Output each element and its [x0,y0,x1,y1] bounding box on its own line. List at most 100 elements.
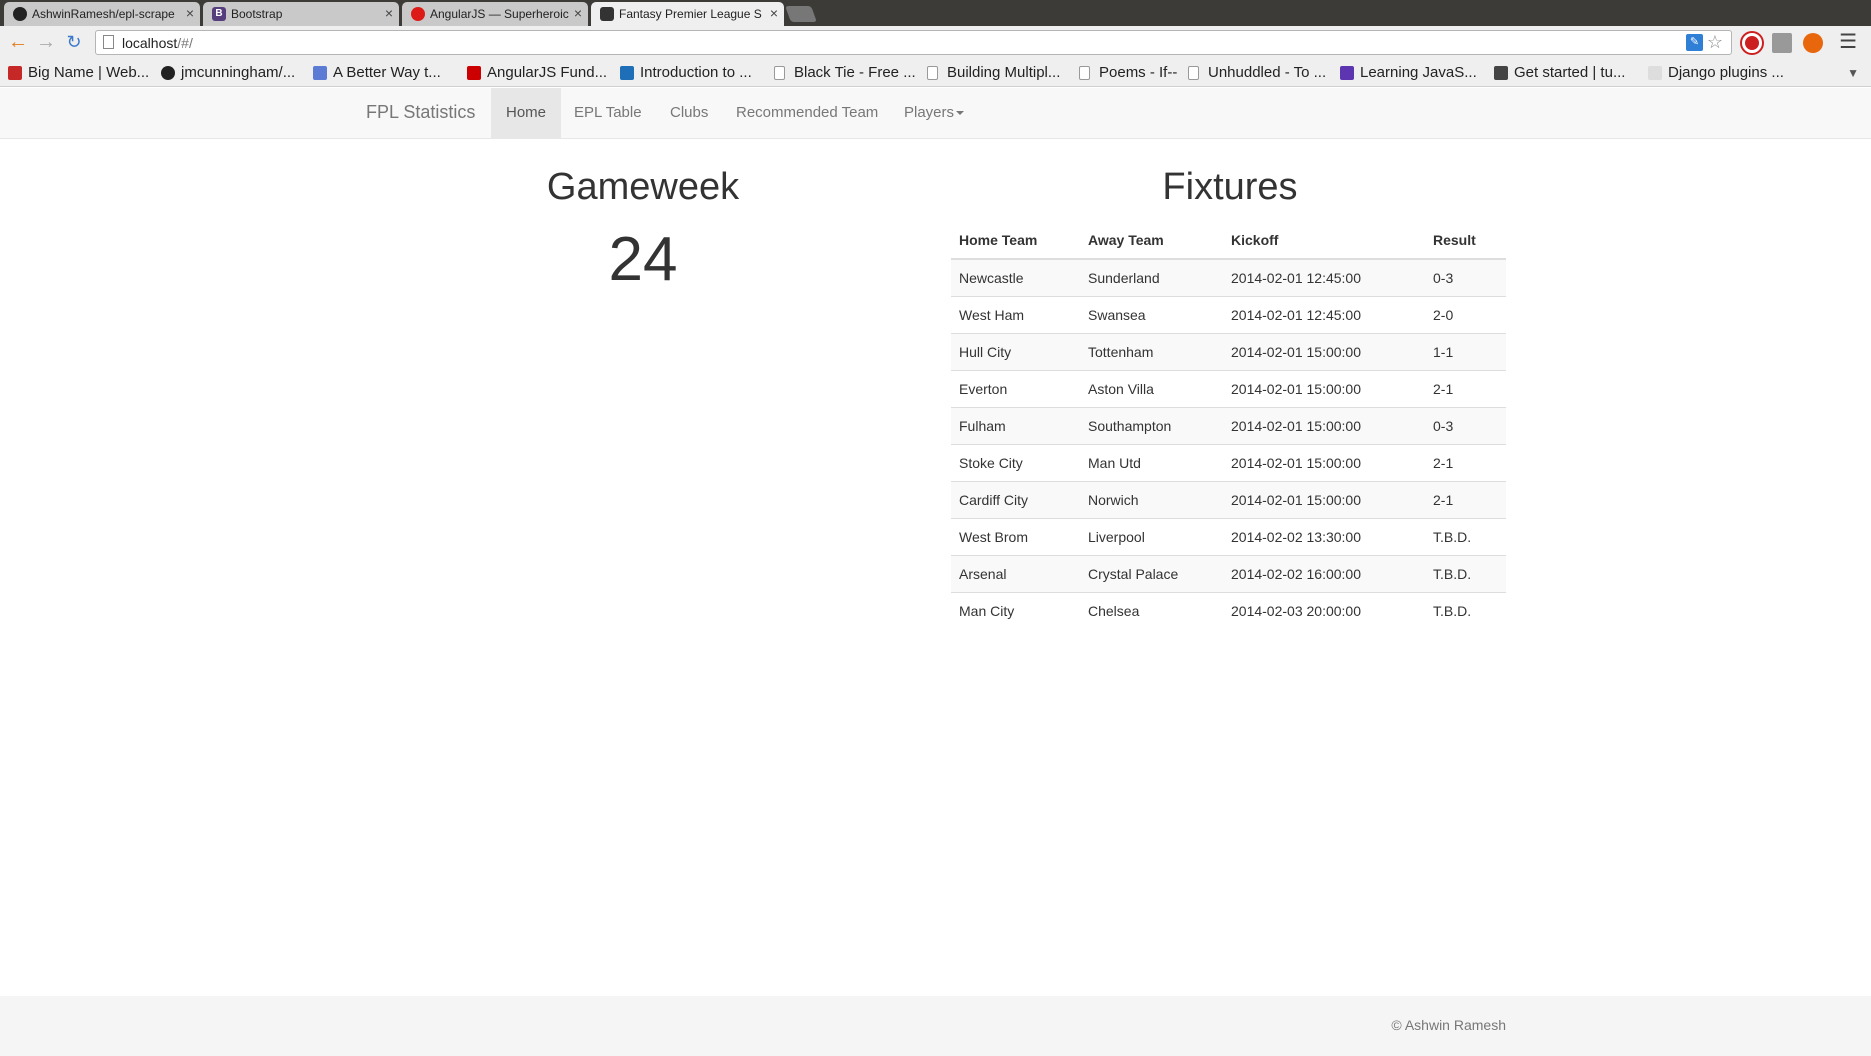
bookmark-label: Learning JavaS... [1360,64,1477,81]
back-arrow-icon[interactable]: ← [6,30,30,54]
home-team-cell: Hull City [951,332,1080,370]
bookmark-label: Poems - If-- [1099,64,1178,81]
home-team-cell: Arsenal [951,554,1080,592]
footer-copyright: © Ashwin Ramesh [1391,1017,1506,1033]
result-cell: 2-1 [1425,443,1506,481]
bookmark-item[interactable]: Introduction to ... [620,64,752,81]
away-team-cell: Southampton [1080,406,1223,444]
gameweek-title: Gameweek [546,166,740,208]
page-icon [1188,66,1199,80]
close-icon[interactable]: × [574,5,582,21]
away-team-cell: Chelsea [1080,591,1223,629]
browser-tab[interactable]: AngularJS — Superheroic × [402,2,588,26]
table-row: Cardiff City Norwich 2014-02-01 15:00:00 2-… [951,480,1506,518]
bookmark-item[interactable]: Poems - If-- [1079,64,1177,81]
nav-item-clubs[interactable]: Clubs [655,88,723,138]
tab-title: Bootstrap [231,7,283,21]
bookmark-label: jmcunningham/... [181,64,296,81]
kickoff-cell: 2014-02-01 12:45:00 [1223,258,1425,296]
result-cell: 0-3 [1425,258,1506,296]
fire-extension-icon[interactable] [1803,33,1823,53]
bookmark-item[interactable]: jmcunningham/... [161,64,295,81]
url-path: /#/ [177,35,193,51]
page-icon [1079,66,1090,80]
home-team-cell: Stoke City [951,443,1080,481]
bookmark-item[interactable]: Building Multipl... [927,64,1060,81]
home-team-cell: West Brom [951,517,1080,555]
away-team-cell: Liverpool [1080,517,1223,555]
away-team-cell: Man Utd [1080,443,1223,481]
youtube-icon [467,66,481,80]
bookmark-label: AngularJS Fund... [487,64,608,81]
bookmark-icon-learning [1340,66,1354,80]
table-row: West Ham Swansea 2014-02-01 12:45:00 2-0 [951,295,1506,333]
kickoff-cell: 2014-02-01 15:00:00 [1223,406,1425,444]
page-icon [774,66,785,80]
forward-arrow-icon[interactable]: → [34,30,58,54]
table-row: Hull City Tottenham 2014-02-01 15:00:00 1-1 [951,332,1506,370]
table-header-row: Home Team Away Team Kickoff Result [951,222,1506,260]
table-row: Arsenal Crystal Palace 2014-02-02 16:00:00… [951,554,1506,592]
close-icon[interactable]: × [770,5,778,21]
bookmark-label: Building Multipl... [947,64,1061,81]
close-icon[interactable]: × [186,5,194,21]
result-cell: T.B.D. [1425,517,1506,555]
bookmark-item[interactable]: A Better Way t... [313,64,441,81]
browser-tab[interactable]: B Bootstrap × [203,2,399,26]
bookmark-item[interactable]: Django plugins ... [1648,64,1784,81]
chevron-down-icon[interactable]: ▼ [1847,66,1859,80]
column-header-result: Result [1425,222,1506,260]
bookmark-label: Unhuddled - To ... [1208,64,1327,81]
table-row: Fulham Southampton 2014-02-01 15:00:00 0-3 [951,406,1506,444]
nav-item-players-dropdown[interactable]: Players [889,88,979,138]
bookmark-label: Get started | tu... [1514,64,1626,81]
result-cell: T.B.D. [1425,554,1506,592]
address-bar[interactable]: localhost/#/ ✎ ☆ [95,30,1732,55]
nav-item-recommended-team[interactable]: Recommended Team [721,88,893,138]
bookmark-label: Big Name | Web... [28,64,150,81]
bookmarks-bar: Big Name | Web... jmcunningham/... A Bet… [0,59,1871,87]
menu-icon[interactable]: ☰ [1839,32,1857,52]
kickoff-cell: 2014-02-03 20:00:00 [1223,591,1425,629]
column-header-kickoff: Kickoff [1223,222,1425,260]
browser-tab[interactable]: AshwinRamesh/epl-scrape × [4,2,200,26]
tab-title: Fantasy Premier League S [619,7,762,21]
new-tab-button[interactable] [785,6,817,22]
result-cell: 0-3 [1425,406,1506,444]
kickoff-cell: 2014-02-01 12:45:00 [1223,295,1425,333]
nav-item-epl-table[interactable]: EPL Table [559,88,657,138]
caret-down-icon [956,111,965,116]
edit-extension-icon[interactable]: ✎ [1686,34,1703,51]
site-navbar: FPL Statistics Home EPL Table Clubs Reco… [0,88,1871,139]
star-icon[interactable]: ☆ [1707,32,1723,53]
fpl-icon [600,7,614,21]
footer: © Ashwin Ramesh [0,996,1871,1056]
result-cell: 1-1 [1425,332,1506,370]
result-cell: 2-1 [1425,369,1506,407]
bookmark-label: A Better Way t... [333,64,441,81]
nav-item-home[interactable]: Home [491,88,562,138]
reload-icon[interactable]: ↻ [62,30,86,54]
close-icon[interactable]: × [385,5,393,21]
browser-toolbar: ← → ↻ localhost/#/ ✎ ☆ ☰ [0,26,1871,59]
result-cell: T.B.D. [1425,591,1506,629]
extension-stop-icon[interactable] [1742,33,1762,53]
nav-item-players-label: Players [904,104,955,121]
download-extension-icon[interactable] [1772,33,1792,53]
tab-title: AshwinRamesh/epl-scrape [32,7,175,21]
table-row: Everton Aston Villa 2014-02-01 15:00:00 2-1 [951,369,1506,407]
home-team-cell: Everton [951,369,1080,407]
navbar-brand[interactable]: FPL Statistics [366,102,475,123]
bookmark-item[interactable]: Get started | tu... [1494,64,1625,81]
bookmark-item[interactable]: AngularJS Fund... [467,64,607,81]
bookmark-item[interactable]: Black Tie - Free ... [774,64,916,81]
bookmark-item[interactable]: Big Name | Web... [8,64,149,81]
github-icon [161,66,175,80]
github-icon [13,7,27,21]
away-team-cell: Aston Villa [1080,369,1223,407]
bookmark-item[interactable]: Learning JavaS... [1340,64,1477,81]
home-team-cell: West Ham [951,295,1080,333]
away-team-cell: Norwich [1080,480,1223,518]
browser-tab-active[interactable]: Fantasy Premier League S × [591,2,784,26]
bookmark-item[interactable]: Unhuddled - To ... [1188,64,1326,81]
